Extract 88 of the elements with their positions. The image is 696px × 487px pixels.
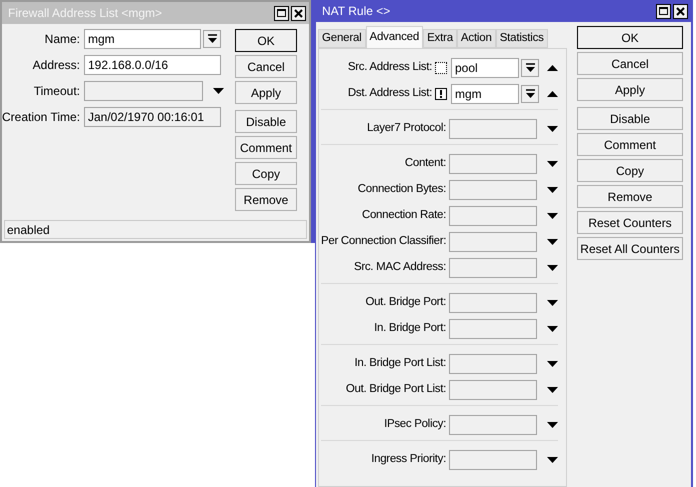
dialog-button[interactable]: Cancel [235,55,297,78]
dropdown-arrow-icon[interactable] [547,161,558,167]
dropdown-arrow-icon[interactable] [547,187,558,193]
dropdown-arrow-icon[interactable] [547,239,558,245]
address-list-field[interactable]: pool [451,58,519,78]
dropdown-field[interactable] [449,415,537,435]
field-label: Dst. Address List: [346,86,433,102]
dropdown-arrow-icon [526,89,534,99]
dialog-button[interactable]: Apply [235,81,297,104]
dropdown-field[interactable] [449,380,537,400]
dropdown-arrow-icon[interactable] [547,387,558,393]
dialog-button[interactable]: Cancel [577,52,683,75]
field-label: In. Bridge Port: [373,321,447,336]
dropdown-field[interactable] [449,206,537,226]
dialog-button[interactable]: OK [577,26,683,49]
status-bar: enabled [4,220,307,239]
dropdown-arrow-icon[interactable] [213,88,224,94]
window-title: NAT Rule <> [322,3,392,20]
name-field[interactable]: mgm [84,29,201,49]
dropdown-arrow-icon[interactable] [547,457,558,463]
tab[interactable]: Action [456,29,496,48]
dialog-button[interactable]: Disable [577,107,683,130]
field-label: IPsec Policy: [383,417,447,432]
timeout-field[interactable] [84,81,203,101]
dropdown-arrow-icon[interactable] [547,361,558,367]
field-label: Connection Bytes: [356,182,447,198]
close-icon [294,8,303,18]
dialog-button[interactable]: Reset Counters [577,211,683,234]
dropdown-button[interactable] [521,59,539,77]
field-label: Src. Address List: [346,60,433,76]
field-label: Layer7 Protocol: [366,121,447,136]
field-label: Per Connection Classifier: [321,234,448,250]
field-label: Connection Rate: [360,208,447,224]
tab[interactable]: Extra [423,29,457,48]
dialog-button[interactable]: Remove [577,185,683,208]
dialog-button[interactable]: Copy [235,162,297,185]
tab[interactable]: Advanced [366,26,424,48]
dropdown-arrow-icon [208,34,216,44]
up-arrow-icon[interactable] [547,91,558,97]
dialog-button[interactable]: Disable [235,110,297,133]
dropdown-field[interactable] [449,354,537,374]
close-icon [676,6,685,16]
tab[interactable]: Statistics [496,29,548,48]
field-label: In. Bridge Port List: [354,356,447,372]
dialog-button[interactable]: Reset All Counters [577,237,683,260]
dropdown-field[interactable] [449,154,537,174]
field-label: Creation Time: [2,109,82,126]
dialog-button[interactable]: Remove [235,188,297,211]
up-arrow-icon[interactable] [547,65,558,71]
field-label: Out. Bridge Port List: [344,382,447,398]
field-label: Src. MAC Address: [352,260,447,276]
dialog-button[interactable]: Comment [235,136,297,159]
dropdown-field[interactable] [449,180,537,200]
close-button[interactable] [291,6,306,20]
dropdown-field[interactable] [449,232,538,252]
dropdown-field[interactable] [449,450,537,470]
dropdown-field[interactable] [449,319,537,339]
address-field[interactable]: 192.168.0.0/16 [84,55,221,75]
field-label: Out. Bridge Port: [364,295,447,310]
close-button[interactable] [673,4,688,18]
dialog-button[interactable]: Comment [577,133,683,156]
tab[interactable]: General [318,29,366,48]
dropdown-arrow-icon [526,63,534,73]
invert-checkbox[interactable] [435,62,447,74]
maximize-button[interactable] [656,4,671,18]
dropdown-button[interactable] [521,85,539,103]
dropdown-arrow-icon[interactable] [547,300,558,306]
dropdown-field[interactable] [449,119,537,139]
dropdown-button[interactable] [203,30,221,48]
invert-checkbox[interactable] [435,88,447,100]
dropdown-arrow-icon[interactable] [547,213,558,219]
field-label: Name: [44,31,81,48]
dropdown-arrow-icon[interactable] [547,326,558,332]
dialog-button[interactable]: OK [235,29,297,52]
field-label: Ingress Priority: [370,452,447,468]
maximize-button[interactable] [274,6,289,20]
dropdown-arrow-icon[interactable] [547,265,558,271]
dropdown-field[interactable] [449,258,537,278]
field-label: Address: [32,57,81,74]
creation-time-field: Jan/02/1970 00:16:01 [84,107,221,127]
field-label: Content: [404,156,447,172]
field-label: Timeout: [32,83,81,100]
dialog-button[interactable]: Apply [577,78,683,101]
dropdown-field[interactable] [449,293,537,313]
dialog-button[interactable]: Copy [577,159,683,182]
dropdown-arrow-icon[interactable] [547,126,558,132]
address-list-field[interactable]: mgm [451,84,519,104]
dropdown-arrow-icon[interactable] [547,422,558,428]
